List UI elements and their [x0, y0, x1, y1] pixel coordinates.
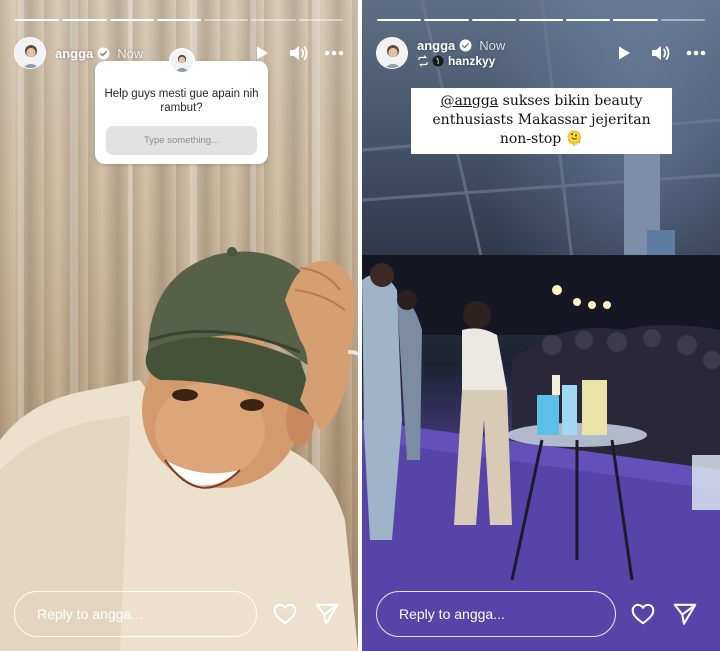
mute-button[interactable] — [650, 43, 670, 63]
caption-emoji: 🫠 — [565, 131, 584, 147]
more-icon — [686, 50, 706, 56]
progress-segment — [62, 19, 107, 21]
progress-segment — [613, 19, 658, 21]
avatar-portrait-icon — [171, 50, 193, 72]
story-left[interactable]: angga Now Help guys mesti gue apain nih … — [0, 0, 358, 651]
question-sticker-avatar — [169, 48, 195, 74]
heart-icon[interactable] — [630, 601, 656, 627]
progress-segment — [424, 19, 469, 21]
progress-segment — [566, 19, 611, 21]
send-icon[interactable] — [314, 601, 340, 627]
username[interactable]: angga — [417, 38, 455, 53]
avatar[interactable] — [14, 37, 46, 69]
story-right[interactable]: angga Now hanzkyy @angga sukses bikin be… — [362, 0, 720, 651]
story-timestamp: Now — [117, 45, 144, 61]
username[interactable]: angga — [55, 46, 93, 61]
more-options-button[interactable] — [324, 43, 344, 63]
story-caption: @angga sukses bikin beauty enthusiasts M… — [411, 88, 672, 154]
story-progress-bar — [377, 19, 705, 21]
send-icon[interactable] — [672, 601, 698, 627]
story-timestamp: Now — [479, 38, 506, 53]
avatar-portrait-icon — [15, 38, 45, 68]
progress-segment — [298, 19, 343, 21]
progress-segment — [109, 19, 154, 21]
reposted-user-avatar — [432, 55, 444, 67]
play-icon — [257, 46, 268, 60]
verified-badge-icon — [459, 39, 472, 52]
question-sticker[interactable]: Help guys mesti gue apain nih rambut? Ty… — [95, 48, 268, 164]
story-header: angga Now hanzkyy — [376, 36, 706, 70]
play-icon — [619, 46, 630, 60]
play-button[interactable] — [614, 43, 634, 63]
avatar-portrait-icon — [377, 38, 407, 68]
mute-button[interactable] — [288, 43, 308, 63]
repost-icon — [418, 55, 428, 67]
avatar[interactable] — [376, 37, 408, 69]
volume-icon — [290, 46, 308, 60]
progress-segment — [377, 19, 422, 21]
progress-segment — [471, 19, 516, 21]
volume-icon — [652, 46, 670, 60]
progress-segment — [518, 19, 564, 21]
verified-badge-icon — [97, 47, 110, 59]
progress-segment — [15, 19, 60, 21]
question-sticker-text: Help guys mesti gue apain nih rambut? — [104, 88, 259, 114]
progress-segment — [204, 19, 249, 21]
more-icon — [324, 50, 344, 56]
more-options-button[interactable] — [686, 43, 706, 63]
caption-mention[interactable]: @angga — [441, 93, 499, 109]
progress-segment — [156, 19, 202, 21]
progress-segment — [251, 19, 296, 21]
question-sticker-input[interactable]: Type something... — [106, 126, 257, 155]
reposted-username[interactable]: hanzkyy — [448, 54, 495, 68]
progress-segment — [660, 19, 705, 21]
reply-input[interactable]: Reply to angga... — [376, 591, 616, 637]
play-button[interactable] — [252, 43, 272, 63]
reply-input[interactable]: Reply to angga... — [14, 591, 257, 637]
heart-icon[interactable] — [272, 601, 298, 627]
story-progress-bar — [15, 19, 343, 21]
